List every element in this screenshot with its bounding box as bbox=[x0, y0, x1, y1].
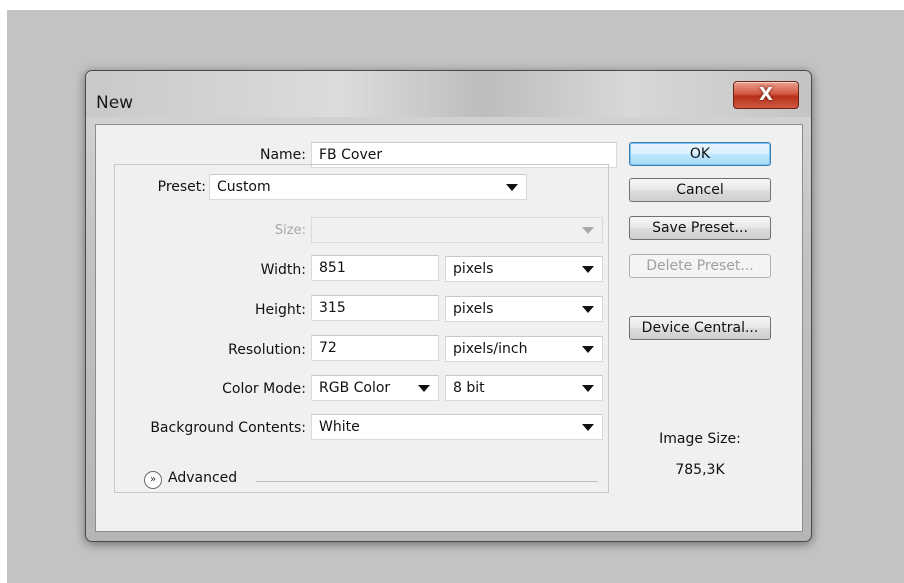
height-label: Height: bbox=[255, 302, 306, 318]
delete-preset-button: Delete Preset... bbox=[629, 254, 771, 278]
bit-depth-value: 8 bit bbox=[453, 380, 485, 396]
chevron-down-icon bbox=[582, 424, 594, 431]
background-contents-label: Background Contents: bbox=[150, 420, 306, 436]
save-preset-button[interactable]: Save Preset... bbox=[629, 216, 771, 240]
width-unit-select[interactable]: pixels bbox=[445, 256, 603, 282]
image-size-label: Image Size: bbox=[659, 431, 741, 447]
double-chevron-down-icon[interactable]: » bbox=[144, 471, 162, 489]
resolution-value: 72 bbox=[319, 340, 337, 356]
height-input[interactable]: 315 bbox=[311, 295, 439, 321]
ok-button[interactable]: OK bbox=[629, 142, 771, 166]
chevron-down-icon bbox=[582, 385, 594, 392]
resolution-input[interactable]: 72 bbox=[311, 335, 439, 361]
advanced-divider bbox=[256, 481, 598, 482]
device-central-button[interactable]: Device Central... bbox=[629, 316, 771, 340]
color-mode-select[interactable]: RGB Color bbox=[311, 375, 439, 401]
size-label: Size: bbox=[274, 223, 306, 238]
dialog-title: New bbox=[96, 93, 134, 113]
cancel-button[interactable]: Cancel bbox=[629, 178, 771, 202]
title-bar[interactable]: New X bbox=[86, 71, 811, 117]
size-select bbox=[311, 217, 603, 243]
width-value: 851 bbox=[319, 260, 346, 276]
bit-depth-select[interactable]: 8 bit bbox=[445, 375, 603, 401]
chevron-down-icon bbox=[582, 306, 594, 313]
new-document-dialog: New X Name: FB Cover Preset: Custom Size… bbox=[85, 70, 812, 542]
height-unit-select[interactable]: pixels bbox=[445, 296, 603, 322]
width-input[interactable]: 851 bbox=[311, 255, 439, 281]
width-unit-value: pixels bbox=[453, 261, 494, 277]
preset-label: Preset: bbox=[157, 179, 206, 195]
height-unit-value: pixels bbox=[453, 301, 494, 317]
advanced-toggle-label[interactable]: Advanced bbox=[168, 470, 237, 486]
close-icon: X bbox=[759, 84, 773, 105]
color-mode-label: Color Mode: bbox=[222, 381, 306, 397]
preset-value: Custom bbox=[217, 179, 271, 195]
preset-group-box bbox=[114, 164, 609, 493]
resolution-unit-value: pixels/inch bbox=[453, 341, 528, 357]
chevron-down-icon bbox=[582, 266, 594, 273]
resolution-unit-select[interactable]: pixels/inch bbox=[445, 336, 603, 362]
chevron-down-icon bbox=[582, 346, 594, 353]
name-label: Name: bbox=[259, 147, 306, 163]
image-size-value: 785,3K bbox=[675, 462, 725, 478]
height-value: 315 bbox=[319, 300, 346, 316]
resolution-label: Resolution: bbox=[228, 342, 306, 358]
preset-select[interactable]: Custom bbox=[209, 174, 527, 200]
close-button[interactable]: X bbox=[733, 81, 799, 109]
background-contents-select[interactable]: White bbox=[311, 414, 603, 440]
width-label: Width: bbox=[260, 262, 306, 278]
color-mode-value: RGB Color bbox=[319, 380, 391, 396]
chevron-down-icon bbox=[418, 385, 430, 392]
dialog-body: Name: FB Cover Preset: Custom Size: Widt… bbox=[95, 124, 803, 532]
background-contents-value: White bbox=[319, 419, 360, 435]
chevron-down-icon bbox=[506, 184, 518, 191]
chevron-down-icon bbox=[582, 227, 594, 234]
name-value: FB Cover bbox=[319, 147, 383, 163]
